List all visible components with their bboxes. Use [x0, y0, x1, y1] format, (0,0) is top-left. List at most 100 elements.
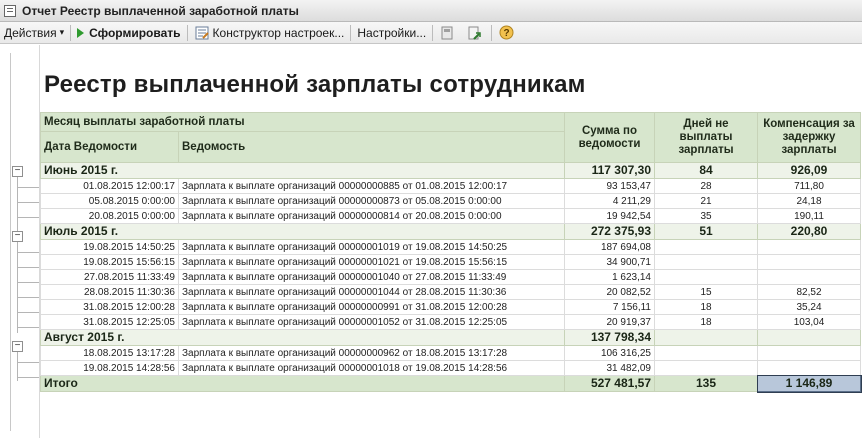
- row-comp: [757, 239, 861, 255]
- save-settings-icon: [439, 25, 455, 41]
- table-row[interactable]: 18.08.2015 13:17:28 Зарплата к выплате о…: [40, 345, 861, 361]
- constructor-button[interactable]: Конструктор настроек...: [190, 23, 349, 43]
- total-sum: 527 481,57: [564, 375, 655, 392]
- group-days: [654, 329, 758, 346]
- group-line: [17, 202, 39, 203]
- row-days: [654, 345, 758, 361]
- row-statement-link[interactable]: Зарплата к выплате организаций 000000008…: [178, 193, 565, 209]
- toolbar-separator: [432, 24, 434, 41]
- row-statement-link[interactable]: Зарплата к выплате организаций 000000010…: [178, 239, 565, 255]
- window-titlebar: Отчет Реестр выплаченной заработной плат…: [0, 0, 862, 22]
- row-statement-link[interactable]: Зарплата к выплате организаций 000000008…: [178, 208, 565, 224]
- group-line: [17, 312, 39, 313]
- row-days: [654, 239, 758, 255]
- row-statement-link[interactable]: Зарплата к выплате организаций 000000008…: [178, 178, 565, 194]
- row-comp: 24,18: [757, 193, 861, 209]
- row-days: 18: [654, 314, 758, 330]
- row-sum: 106 316,25: [564, 345, 655, 361]
- group-days: 84: [654, 162, 758, 179]
- row-date: 28.08.2015 11:30:36: [40, 284, 179, 300]
- table-row[interactable]: 31.08.2015 12:25:05 Зарплата к выплате о…: [40, 314, 861, 330]
- constructor-label: Конструктор настроек...: [212, 25, 345, 40]
- settings-button[interactable]: Настройки...: [353, 23, 430, 43]
- help-button[interactable]: ?: [494, 23, 521, 43]
- gutter-line: [10, 53, 11, 431]
- total-label: Итого: [40, 375, 565, 392]
- row-sum: 31 482,09: [564, 360, 655, 376]
- header-sum: Сумма по ведомости: [564, 112, 655, 163]
- window-icon: [4, 4, 16, 17]
- dropdown-caret-icon: ▾: [59, 27, 65, 37]
- group-row[interactable]: Июль 2015 г. 272 375,93 51 220,80: [40, 223, 861, 240]
- table-row[interactable]: 01.08.2015 12:00:17 Зарплата к выплате о…: [40, 178, 861, 194]
- table-row[interactable]: 05.08.2015 0:00:00 Зарплата к выплате ор…: [40, 193, 861, 209]
- row-date: 31.08.2015 12:00:28: [40, 299, 179, 315]
- row-days: 15: [654, 284, 758, 300]
- row-statement-link[interactable]: Зарплата к выплате организаций 000000010…: [178, 314, 565, 330]
- row-days: 21: [654, 193, 758, 209]
- actions-menu-button[interactable]: Действия ▾: [0, 23, 68, 43]
- row-statement-link[interactable]: Зарплата к выплате организаций 000000009…: [178, 299, 565, 315]
- row-statement-link[interactable]: Зарплата к выплате организаций 000000010…: [178, 360, 565, 376]
- table-row[interactable]: 20.08.2015 0:00:00 Зарплата к выплате ор…: [40, 208, 861, 224]
- svg-text:?: ?: [503, 28, 509, 39]
- row-days: [654, 254, 758, 270]
- group-line: [17, 297, 39, 298]
- total-comp-selected-cell[interactable]: 1 146,89: [756, 374, 862, 393]
- group-row[interactable]: Июнь 2015 г. 117 307,30 84 926,09: [40, 162, 861, 179]
- group-line: [17, 267, 39, 268]
- row-comp: 711,80: [757, 178, 861, 194]
- group-line: [17, 282, 39, 283]
- group-line: [17, 327, 39, 328]
- load-settings-button[interactable]: [462, 23, 489, 43]
- row-sum: 93 153,47: [564, 178, 655, 194]
- constructor-icon: [194, 25, 210, 41]
- row-statement-link[interactable]: Зарплата к выплате организаций 000000010…: [178, 269, 565, 285]
- row-date: 20.08.2015 0:00:00: [40, 208, 179, 224]
- generate-button[interactable]: Сформировать: [73, 23, 184, 43]
- table-row[interactable]: 27.08.2015 11:33:49 Зарплата к выплате о…: [40, 269, 861, 285]
- row-date: 05.08.2015 0:00:00: [40, 193, 179, 209]
- row-days: 18: [654, 299, 758, 315]
- row-statement-link[interactable]: Зарплата к выплате организаций 000000010…: [178, 254, 565, 270]
- row-statement-link[interactable]: Зарплата к выплате организаций 000000009…: [178, 345, 565, 361]
- group-line: [17, 217, 39, 218]
- row-date: 27.08.2015 11:33:49: [40, 269, 179, 285]
- group-sum: 137 798,34: [564, 329, 655, 346]
- group-days: 51: [654, 223, 758, 240]
- table-row[interactable]: 19.08.2015 14:28:56 Зарплата к выплате о…: [40, 360, 861, 376]
- header-days: Дней не выплаты зарплаты: [654, 112, 758, 163]
- collapse-icon[interactable]: −: [12, 231, 23, 242]
- row-comp: 35,24: [757, 299, 861, 315]
- actions-label: Действия: [4, 25, 57, 40]
- group-month: Август 2015 г.: [40, 329, 565, 346]
- table-row[interactable]: 31.08.2015 12:00:28 Зарплата к выплате о…: [40, 299, 861, 315]
- collapse-icon[interactable]: −: [12, 341, 23, 352]
- row-sum: 19 942,54: [564, 208, 655, 224]
- report-area[interactable]: − − − Реестр выплаченной зарплаты сотруд…: [0, 45, 862, 438]
- total-row[interactable]: Итого 527 481,57 135 1 146,89: [40, 374, 862, 393]
- row-sum: 187 694,08: [564, 239, 655, 255]
- header-month: Месяц выплаты заработной платы: [40, 111, 565, 133]
- row-date: 31.08.2015 12:25:05: [40, 314, 179, 330]
- row-comp: [757, 269, 861, 285]
- group-row[interactable]: Август 2015 г. 137 798,34: [40, 329, 861, 346]
- table-row[interactable]: 19.08.2015 15:56:15 Зарплата к выплате о…: [40, 254, 861, 270]
- collapse-icon[interactable]: −: [12, 166, 23, 177]
- group-line: [17, 377, 39, 378]
- row-sum: 20 082,52: [564, 284, 655, 300]
- table-row[interactable]: 28.08.2015 11:30:36 Зарплата к выплате о…: [40, 284, 861, 300]
- generate-label: Сформировать: [89, 25, 181, 40]
- group-line: [17, 172, 18, 238]
- table-row[interactable]: 19.08.2015 14:50:25 Зарплата к выплате о…: [40, 239, 861, 255]
- row-comp: 190,11: [757, 208, 861, 224]
- row-comp: 103,04: [757, 314, 861, 330]
- toolbar-separator: [350, 24, 352, 41]
- group-line: [17, 187, 39, 188]
- total-days: 135: [654, 375, 758, 392]
- save-settings-button[interactable]: [435, 23, 462, 43]
- row-date: 18.08.2015 13:17:28: [40, 345, 179, 361]
- group-sum: 272 375,93: [564, 223, 655, 240]
- row-sum: 4 211,29: [564, 193, 655, 209]
- row-statement-link[interactable]: Зарплата к выплате организаций 000000010…: [178, 284, 565, 300]
